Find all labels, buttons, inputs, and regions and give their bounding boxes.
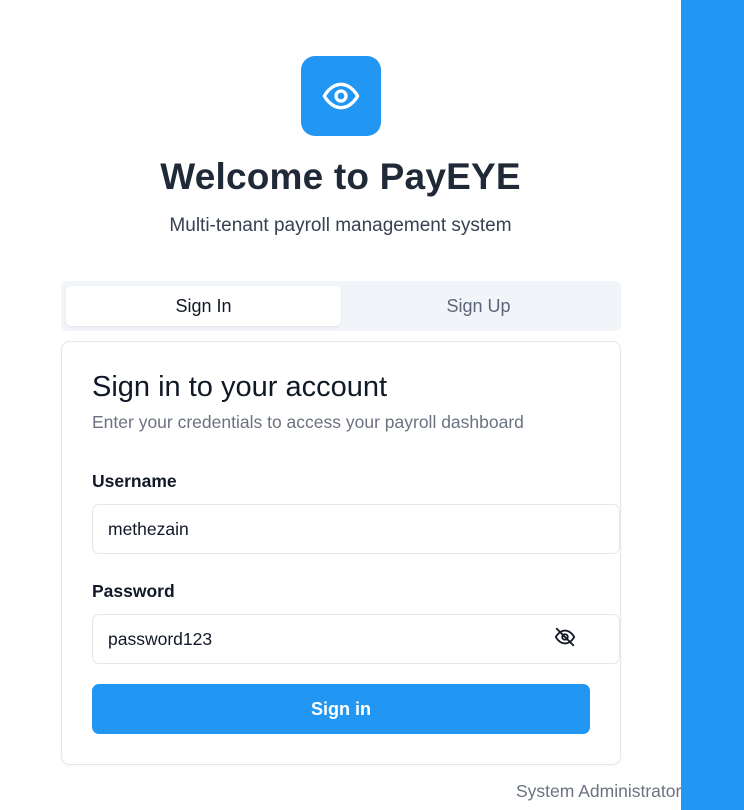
app-logo bbox=[301, 56, 381, 136]
eye-off-icon bbox=[554, 626, 576, 653]
page-subtitle: Multi-tenant payroll management system bbox=[169, 215, 512, 236]
sign-in-card: Sign in to your account Enter your crede… bbox=[61, 341, 621, 765]
password-label: Password bbox=[92, 581, 175, 601]
eye-icon bbox=[321, 76, 361, 116]
side-panel bbox=[681, 0, 744, 810]
password-visibility-toggle[interactable] bbox=[552, 626, 578, 652]
sign-in-button[interactable]: Sign in bbox=[92, 684, 590, 734]
username-label: Username bbox=[92, 471, 177, 491]
user-role-label: System Administrator bbox=[516, 781, 682, 801]
tab-sign-up[interactable]: Sign Up bbox=[341, 286, 616, 326]
card-description: Enter your credentials to access your pa… bbox=[92, 412, 524, 432]
auth-tabs: Sign In Sign Up bbox=[61, 281, 621, 331]
tab-sign-in[interactable]: Sign In bbox=[66, 286, 341, 326]
password-field[interactable] bbox=[92, 614, 620, 664]
page-title: Welcome to PayEYE bbox=[160, 156, 521, 197]
username-field[interactable] bbox=[92, 504, 620, 554]
card-title: Sign in to your account bbox=[92, 371, 388, 403]
